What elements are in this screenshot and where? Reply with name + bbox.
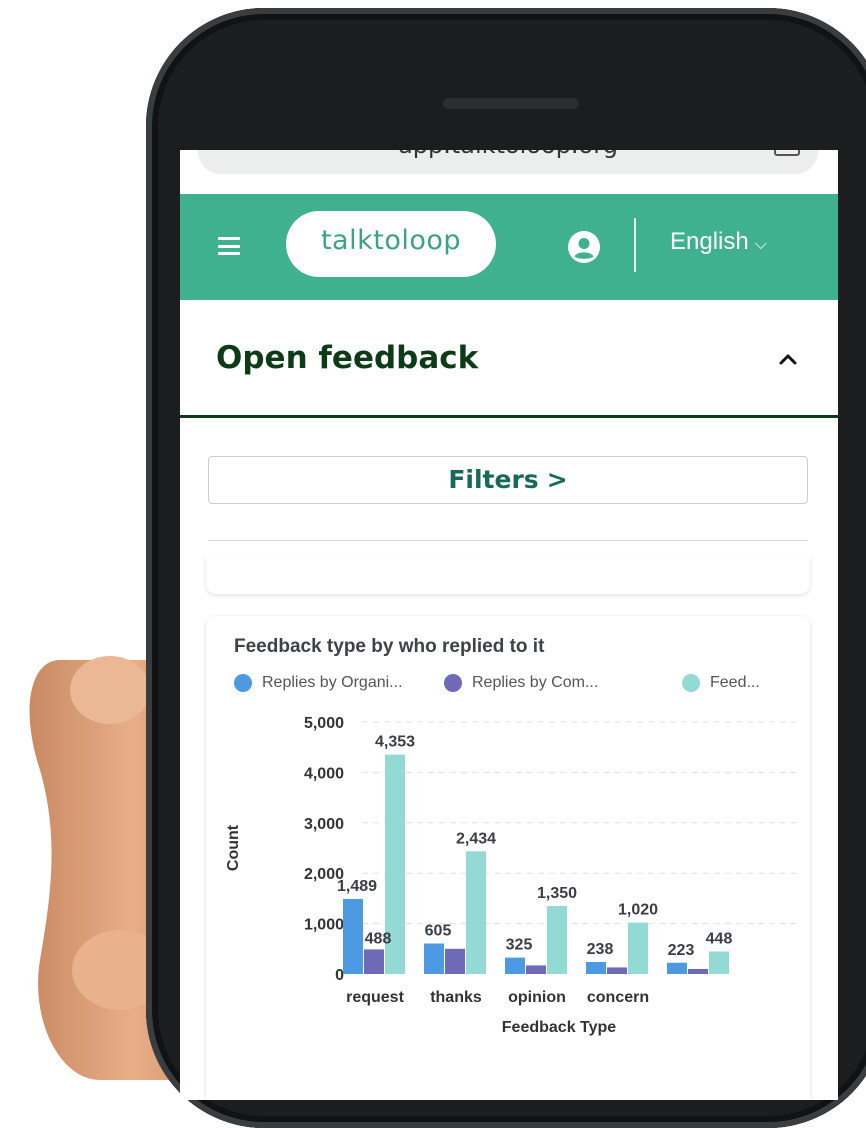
chevron-up-icon[interactable] [778, 352, 798, 366]
data-label: 2,434 [456, 830, 496, 847]
y-tick-label: 3,000 [304, 816, 344, 833]
previous-card-bottom [206, 554, 810, 594]
chart-card: Feedback type by who replied to it Repli… [206, 616, 810, 1100]
data-label: 4,353 [375, 734, 415, 751]
language-selector[interactable]: English ⌵ [670, 228, 767, 256]
y-tick-label: 1,000 [304, 917, 344, 934]
language-label: English [670, 228, 749, 255]
x-tick-label: request [346, 989, 404, 1006]
x-tick-label: opinion [508, 989, 566, 1006]
legend-label: Replies by Organi... [262, 674, 403, 691]
phone-speaker [443, 98, 579, 109]
legend-item-organisation[interactable]: Replies by Organi... [234, 674, 403, 692]
legend-label: Feed... [710, 674, 760, 691]
y-tick-label: 0 [335, 967, 344, 984]
url-text: app.talktoloop.org [198, 150, 818, 162]
data-label: 1,489 [337, 878, 377, 895]
legend-item-community[interactable]: Replies by Com... [444, 674, 598, 692]
bar-thanks-series-2 [466, 851, 486, 974]
data-label: 325 [506, 937, 533, 954]
x-tick-label: thanks [430, 989, 482, 1006]
bar-concern-series-0 [586, 962, 606, 974]
data-label: 448 [706, 930, 733, 947]
bar-category-series-0 [667, 962, 687, 974]
legend-dot [444, 674, 462, 692]
header-divider [634, 218, 636, 272]
data-label: 488 [365, 930, 392, 947]
phone-screen: app.talktoloop.org talktoloop English ⌵ O… [180, 150, 838, 1100]
bar-thanks-series-0 [424, 943, 444, 974]
bar-request-series-1 [364, 949, 384, 974]
chart-title: Feedback type by who replied to it [234, 636, 545, 657]
chevron-right-icon: > [546, 465, 568, 494]
y-tick-label: 4,000 [304, 765, 344, 782]
hamburger-menu-icon[interactable] [218, 237, 240, 255]
legend-dot [682, 674, 700, 692]
bar-concern-series-1 [607, 967, 627, 974]
filters-label: Filters [448, 465, 539, 494]
y-tick-label: 5,000 [304, 716, 344, 732]
bar-category-series-1 [688, 968, 708, 974]
tabs-icon[interactable] [774, 150, 800, 156]
section-divider [180, 415, 838, 418]
data-label: 605 [425, 923, 452, 940]
bar-request-series-0 [343, 898, 363, 974]
bar-thanks-series-1 [445, 948, 465, 974]
data-label: 1,020 [618, 902, 658, 919]
legend-dot [234, 674, 252, 692]
browser-url-bar[interactable]: app.talktoloop.org [198, 150, 818, 174]
x-axis-label: Feedback Type [502, 1019, 617, 1036]
y-axis-label: Count [225, 824, 242, 871]
section-title: Open feedback [216, 340, 479, 376]
bar-concern-series-2 [628, 922, 648, 974]
bar-opinion-series-0 [505, 957, 525, 974]
data-label: 223 [668, 942, 695, 959]
legend-item-feedback[interactable]: Feed... [682, 674, 760, 692]
x-tick-label: concern [587, 989, 649, 1006]
bar-opinion-series-1 [526, 965, 546, 974]
account-icon[interactable] [568, 231, 600, 263]
data-label: 238 [587, 941, 614, 958]
bar-category-series-2 [709, 951, 729, 974]
chevron-down-icon: ⌵ [754, 236, 767, 253]
chart-legend: Replies by Organi... Replies by Com... F… [234, 674, 814, 700]
bar-opinion-series-2 [547, 905, 567, 974]
filters-button[interactable]: Filters > [208, 456, 808, 504]
legend-label: Replies by Com... [472, 674, 599, 691]
data-label: 1,350 [537, 885, 577, 902]
bar-chart: 01,0002,0003,0004,0005,000Countrequest th… [225, 716, 796, 1036]
logo-text: talktoloop [320, 225, 462, 256]
app-header: talktoloop English ⌵ [180, 194, 838, 300]
filters-divider [208, 540, 808, 541]
talktoloop-logo[interactable]: talktoloop [286, 211, 496, 277]
